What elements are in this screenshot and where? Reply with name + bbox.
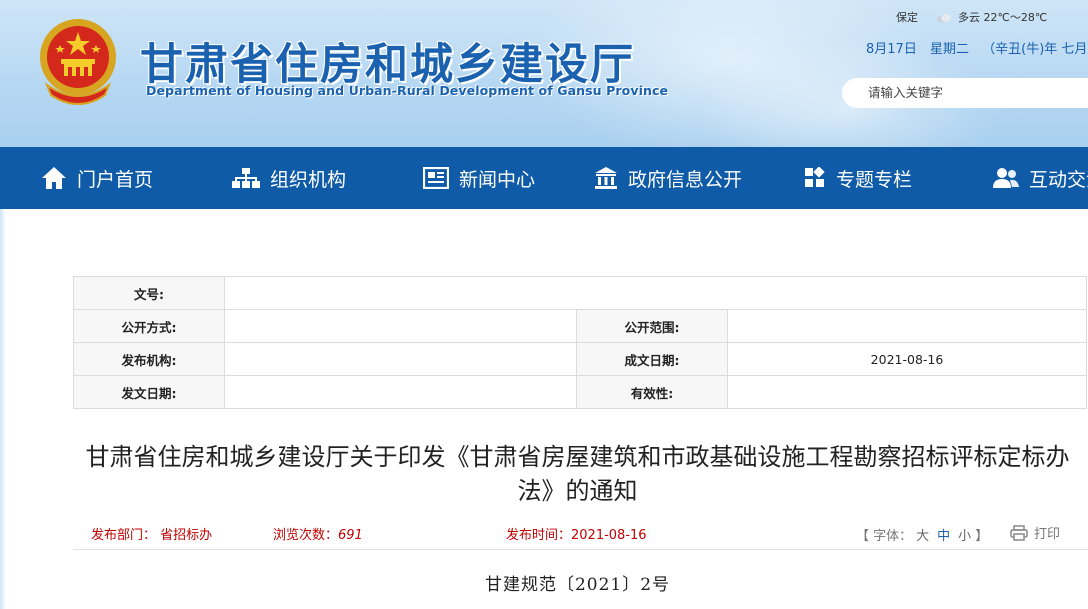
issue-date-label: 发文日期:	[73, 375, 225, 409]
document-info-table: 文号: 公开方式: 公开范围: 发布机构: 成文日期: 2021-08-16 发…	[73, 276, 1087, 409]
written-date-value: 2021-08-16	[727, 342, 1087, 376]
disclosure-scope-label: 公开范围:	[576, 309, 728, 343]
nav-item-news[interactable]: 新闻中心	[423, 147, 535, 209]
table-row: 公开方式: 公开范围:	[73, 309, 1087, 343]
divider	[73, 549, 1088, 550]
view-count: 浏览次数：691	[273, 524, 363, 543]
nav-item-label: 新闻中心	[459, 168, 536, 191]
font-size-large-button[interactable]: 大	[916, 529, 929, 544]
print-button[interactable]: 打印	[1010, 523, 1060, 542]
government-building-icon	[595, 167, 617, 189]
nav-item-label: 互动交流	[1029, 168, 1088, 191]
nav-item-label: 组织机构	[270, 168, 347, 191]
printer-icon	[1010, 524, 1028, 541]
publish-time: 发布时间：2021-08-16	[506, 524, 647, 543]
publisher-value	[224, 342, 577, 376]
document-number: 甘建规范〔2021〕2号	[484, 575, 671, 595]
nav-item-label: 专题专栏	[836, 168, 913, 191]
publish-department: 发布部门： 省招标办	[91, 524, 212, 543]
nav-item-organization[interactable]: 组织机构	[232, 147, 346, 209]
home-icon	[42, 167, 66, 189]
search-input[interactable]: 请输入关键字	[842, 78, 1088, 108]
weather-widget: 保定 多云 22℃～28℃	[896, 9, 1047, 25]
publish-department-value: 省招标办	[160, 528, 213, 543]
date-weekday: 星期二	[929, 42, 969, 57]
print-label: 打印	[1034, 527, 1061, 542]
nav-item-label: 门户首页	[77, 168, 154, 191]
nav-item-special-topics[interactable]: 专题专栏	[804, 147, 912, 209]
table-row: 发布机构: 成文日期: 2021-08-16	[73, 342, 1087, 376]
doc-number-value	[224, 276, 1087, 310]
table-row: 发文日期: 有效性:	[73, 375, 1087, 409]
users-icon	[993, 168, 1019, 188]
date-line: 8月17日 星期二 （辛丑(牛)年 七月十	[866, 38, 1088, 57]
article-title: 甘肃省住房和城乡建设厅关于印发《甘肃省房屋建筑和市政基础设施工程勘察招标评标定标…	[85, 443, 1070, 505]
nav-item-interaction[interactable]: 互动交流	[993, 147, 1088, 209]
weather-temp: 22℃～28℃	[983, 11, 1048, 24]
publisher-label: 发布机构:	[73, 342, 225, 376]
org-chart-icon	[232, 168, 260, 188]
issue-date-value	[224, 375, 577, 409]
disclosure-scope-value	[727, 309, 1087, 343]
site-header: 甘肃省住房和城乡建设厅 Department of Housing and Ur…	[0, 0, 1088, 147]
validity-label: 有效性:	[576, 375, 728, 409]
national-emblem-icon	[40, 19, 116, 105]
written-date-label: 成文日期:	[576, 342, 728, 376]
view-count-label: 浏览次数：	[273, 528, 339, 543]
doc-number-label: 文号:	[73, 276, 225, 310]
table-row: 文号:	[73, 276, 1087, 310]
date-day: 8月17日	[866, 42, 917, 57]
publish-time-label: 发布时间：	[506, 528, 572, 543]
site-subtitle: Department of Housing and Urban-Rural De…	[146, 83, 669, 98]
publish-time-value: 2021-08-16	[571, 528, 647, 543]
cloudy-icon	[936, 14, 951, 23]
font-size-control: 【 字体：大中小】	[856, 525, 988, 544]
font-size-medium-button[interactable]: 中	[937, 529, 950, 544]
left-accent-bar	[0, 209, 6, 609]
publish-department-label: 发布部门：	[91, 528, 157, 543]
font-size-label: 【 字体：	[856, 529, 913, 544]
weather-city: 保定	[896, 11, 918, 24]
disclosure-method-label: 公开方式:	[73, 309, 225, 343]
nav-item-gov-info[interactable]: 政府信息公开	[594, 147, 742, 209]
validity-value	[727, 375, 1087, 409]
nav-item-home[interactable]: 门户首页	[41, 147, 153, 209]
nav-item-label: 政府信息公开	[628, 168, 743, 191]
newspaper-icon	[423, 167, 449, 189]
date-lunar: （辛丑(牛)年 七月十	[982, 42, 1088, 57]
font-size-small-button[interactable]: 小	[958, 529, 971, 544]
grid-icon	[805, 167, 825, 187]
font-size-bracket: 】	[975, 529, 989, 544]
view-count-value: 691	[338, 528, 363, 543]
weather-condition: 多云	[958, 11, 980, 24]
disclosure-method-value	[224, 309, 577, 343]
main-nav: 门户首页 组织机构 新闻中心 政府信息公开 专题专栏 互动交	[0, 147, 1088, 209]
